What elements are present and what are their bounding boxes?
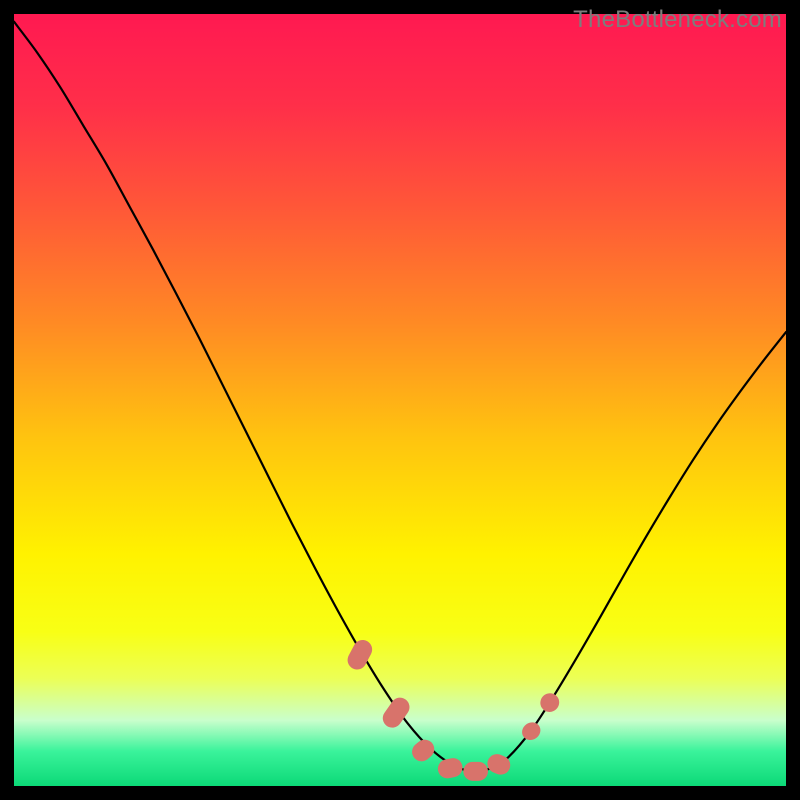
chart-frame	[14, 14, 786, 786]
chart-background	[14, 14, 786, 786]
marker-capsule	[463, 762, 488, 781]
attribution-label: TheBottleneck.com	[573, 6, 782, 34]
bottleneck-chart	[14, 14, 786, 786]
